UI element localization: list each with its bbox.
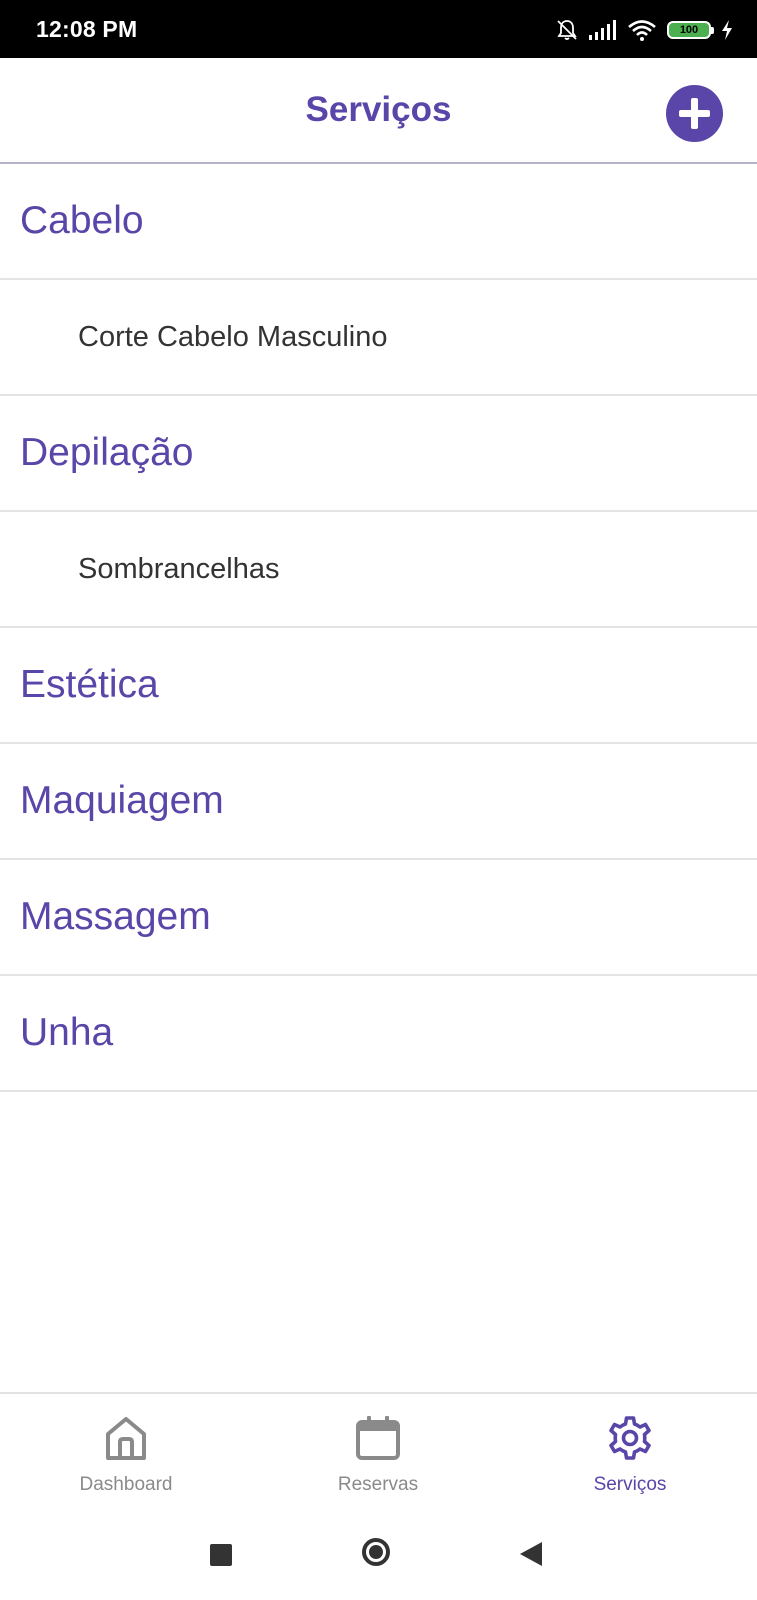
nav-item-servicos[interactable]: Serviços	[530, 1394, 730, 1510]
calendar-icon	[356, 1416, 400, 1460]
charging-icon	[722, 20, 732, 40]
nav-item-reservas[interactable]: Reservas	[278, 1394, 478, 1510]
battery-indicator: 100	[667, 21, 714, 39]
add-service-button[interactable]	[666, 85, 723, 142]
page-title: Serviços	[305, 90, 452, 129]
category-row-maquiagem[interactable]: Maquiagem	[0, 744, 757, 860]
category-row-unha[interactable]: Unha	[0, 976, 757, 1092]
category-row-estetica[interactable]: Estética	[0, 628, 757, 744]
category-row-cabelo[interactable]: Cabelo	[0, 164, 757, 280]
gear-icon	[609, 1416, 651, 1460]
back-button[interactable]	[520, 1542, 542, 1566]
nav-label-reservas: Reservas	[337, 1474, 419, 1495]
home-button[interactable]	[362, 1538, 390, 1566]
notifications-off-icon	[557, 20, 577, 40]
status-icons: 100	[555, 17, 733, 43]
category-row-depilacao[interactable]: Depilação	[0, 396, 757, 512]
app-header: Serviços	[0, 58, 757, 164]
service-row-sombrancelhas[interactable]: Sombrancelhas	[0, 512, 757, 628]
services-list: Cabelo Corte Cabelo Masculino Depilação …	[0, 164, 757, 1092]
home-icon	[106, 1417, 146, 1460]
category-row-massagem[interactable]: Massagem	[0, 860, 757, 976]
bottom-navigation: Dashboard Reservas Serviços	[0, 1392, 757, 1510]
nav-label-dashboard: Dashboard	[79, 1474, 173, 1495]
nav-item-dashboard[interactable]: Dashboard	[26, 1394, 226, 1510]
nav-label-servicos: Serviços	[593, 1474, 667, 1495]
system-navigation-bar	[0, 1510, 757, 1600]
signal-icon	[589, 20, 616, 40]
status-bar: 12:08 PM 100	[0, 0, 757, 58]
service-row-corte-cabelo-masculino[interactable]: Corte Cabelo Masculino	[0, 280, 757, 396]
wifi-icon	[628, 20, 656, 41]
recents-button[interactable]	[210, 1544, 232, 1566]
status-time: 12:08 PM	[36, 16, 138, 42]
